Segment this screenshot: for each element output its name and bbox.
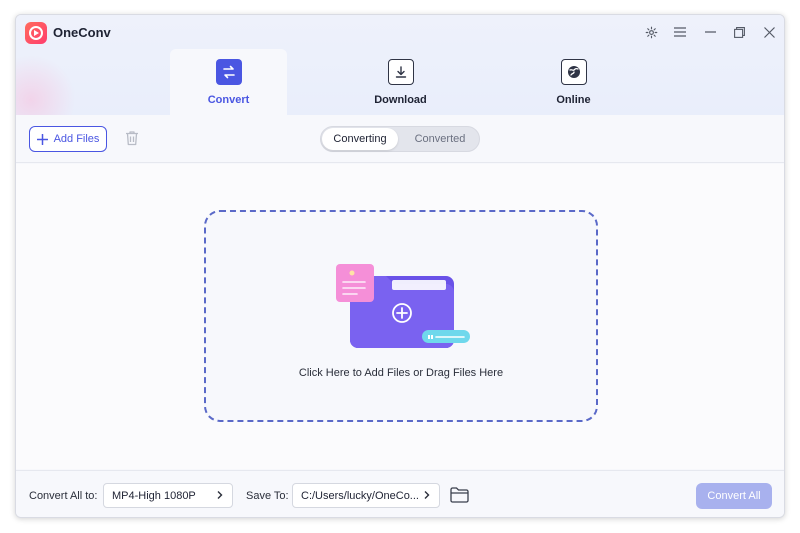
status-segmented-control: Converting Converted [320,126,480,152]
menu-icon[interactable] [671,23,689,41]
add-files-label: Add Files [53,133,100,145]
segment-converting[interactable]: Converting [322,128,398,150]
trash-icon[interactable] [123,129,143,149]
tab-online[interactable]: Online [515,49,632,115]
add-files-button[interactable]: Add Files [29,126,107,152]
maximize-icon[interactable] [730,23,748,41]
output-format-value: MP4-High 1080P [112,489,196,502]
tab-download[interactable]: Download [342,49,459,115]
tab-convert-label: Convert [207,94,250,106]
toolbar: Add Files Converting Converted [16,115,784,163]
bottom-bar: Convert All to: MP4-High 1080P Save To: … [16,470,784,517]
main-tabs: Convert Download Online [16,49,784,115]
drop-zone-text: Click Here to Add Files or Drag Files He… [298,367,504,379]
output-format-select[interactable]: MP4-High 1080P [103,483,233,508]
open-folder-icon[interactable] [450,487,470,505]
chevron-right-icon [424,491,430,499]
save-path-select[interactable]: C:/Users/lucky/OneCo... [292,483,440,508]
convert-icon [215,59,242,85]
tab-download-label: Download [374,94,427,106]
online-icon [560,59,587,85]
close-icon[interactable] [760,23,778,41]
content-area: Click Here to Add Files or Drag Files He… [16,164,784,469]
minimize-icon[interactable] [701,23,719,41]
download-icon [387,59,414,85]
convert-all-button[interactable]: Convert All [696,483,772,509]
app-logo-icon [25,22,47,44]
save-path-value: C:/Users/lucky/OneCo... [301,489,419,502]
app-title: OneConv [53,25,111,40]
title-bar: OneConv Convert Download Online [16,15,784,145]
plus-icon [36,133,48,145]
settings-gear-icon[interactable] [642,23,660,41]
add-folder-illustration-icon [336,264,470,348]
tab-convert[interactable]: Convert [170,49,287,115]
segment-converted[interactable]: Converted [401,128,479,150]
app-window: OneConv Convert Download Online Add File… [15,14,785,518]
chevron-right-icon [217,491,223,499]
file-drop-zone[interactable]: Click Here to Add Files or Drag Files He… [204,210,598,422]
save-to-label: Save To: [246,490,289,502]
convert-all-to-label: Convert All to: [29,490,98,502]
tab-online-label: Online [556,94,591,106]
